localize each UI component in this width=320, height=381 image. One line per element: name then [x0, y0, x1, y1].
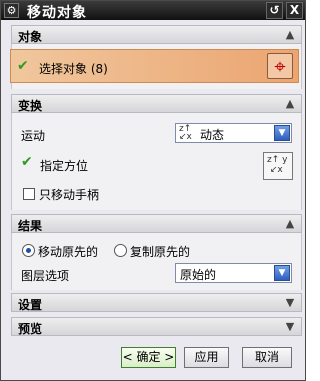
motion-label: 运动	[21, 129, 46, 143]
chevron-up-icon[interactable]: ▲	[281, 27, 299, 42]
section-header-settings[interactable]: 设置 ▼	[11, 293, 302, 312]
select-object-label: 选择对象 (8)	[39, 62, 108, 76]
move-handle-only-checkbox[interactable]	[23, 188, 35, 200]
section-header-transform[interactable]: 变换 ▲	[11, 94, 302, 113]
motion-dropdown[interactable]: z↑ ↙x 动态 ▼	[175, 123, 292, 143]
copy-original-label: 复制原先的	[130, 245, 191, 259]
crosshair-icon: ⌖	[274, 54, 286, 78]
dynamic-axis-icon: z↑ ↙x	[179, 124, 192, 142]
section-header-result[interactable]: 结果 ▲	[11, 214, 302, 233]
section-header-object[interactable]: 对象 ▲	[11, 25, 302, 44]
gear-icon[interactable]: ⚙	[4, 3, 19, 18]
section-title-settings: 设置	[18, 298, 43, 312]
move-handle-only-label: 只移动手柄	[39, 188, 100, 202]
specify-orientation-label: 指定方位	[40, 159, 89, 173]
ok-button[interactable]: < 确定 >	[121, 347, 176, 368]
checkmark-icon: ✔	[17, 58, 29, 74]
layer-option-label: 图层选项	[21, 269, 70, 283]
crosshair-select-button[interactable]: ⌖	[267, 53, 293, 79]
cancel-button[interactable]: 取消	[242, 347, 292, 368]
motion-value: 动态	[200, 128, 225, 142]
csys-icon: z↑ y ↙x	[267, 155, 288, 175]
move-original-label: 移动原先的	[38, 245, 99, 259]
csys-orientation-button[interactable]: z↑ y ↙x	[263, 152, 293, 180]
apply-button[interactable]: 应用	[184, 347, 229, 368]
dialog-title: 移动对象	[27, 5, 87, 21]
title-bar[interactable]: ⚙ 移动对象 ↺ X	[1, 1, 305, 21]
checkmark-icon: ✔	[21, 154, 33, 170]
section-header-preview[interactable]: 预览 ▼	[11, 317, 302, 336]
chevron-down-icon[interactable]: ▼	[274, 125, 290, 141]
select-object-row[interactable]: ✔ 选择对象 (8) ⌖	[10, 49, 299, 83]
layer-option-dropdown[interactable]: 原始的 ▼	[175, 263, 292, 283]
chevron-up-icon[interactable]: ▲	[281, 96, 299, 111]
copy-original-radio[interactable]	[114, 244, 127, 257]
close-icon[interactable]: X	[286, 2, 303, 19]
section-title-object: 对象	[18, 30, 43, 44]
section-title-result: 结果	[18, 219, 43, 233]
chevron-up-icon[interactable]: ▲	[281, 216, 299, 231]
layer-option-value: 原始的	[180, 268, 217, 282]
move-original-radio[interactable]	[22, 244, 35, 257]
reset-icon[interactable]: ↺	[266, 2, 283, 19]
chevron-down-icon[interactable]: ▼	[281, 295, 299, 310]
section-title-preview: 预览	[18, 322, 43, 336]
chevron-down-icon[interactable]: ▼	[281, 319, 299, 334]
chevron-down-icon[interactable]: ▼	[274, 265, 290, 281]
section-title-transform: 变换	[18, 99, 43, 113]
move-object-dialog: ⚙ 移动对象 ↺ X 对象 ▲ ✔ 选择对象 (8) ⌖ 变换 ▲ 运动 z↑ ↙…	[0, 0, 306, 381]
